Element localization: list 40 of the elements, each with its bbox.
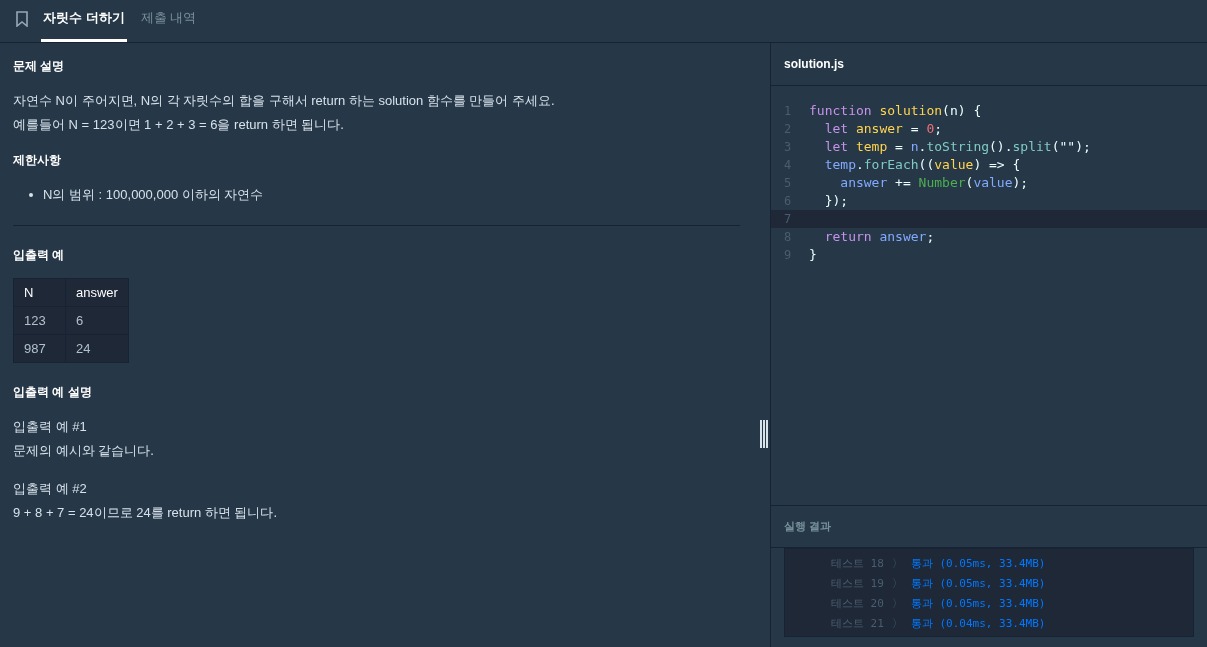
chevron-icon: 〉: [891, 555, 903, 573]
chevron-icon: 〉: [891, 575, 903, 593]
chevron-icon: 〉: [891, 595, 903, 613]
test-result: 통과 (0.05ms, 33.4MB): [910, 555, 1046, 572]
table-cell: 24: [65, 334, 129, 363]
table-cell: 987: [13, 334, 66, 363]
paragraph-line: 입출력 예 #1: [13, 418, 88, 436]
code-line: let temp = n.toString().split("");: [823, 138, 1091, 157]
table-cell: 6: [65, 306, 129, 335]
paragraph-line: 9 + 8 + 7 = 24이므로 24를 return 하면 됩니다.: [13, 504, 279, 522]
test-result: 통과 (0.04ms, 33.4MB): [910, 615, 1046, 632]
test-result: 통과 (0.05ms, 33.4MB): [910, 595, 1046, 612]
code-line: let answer = 0;: [823, 120, 943, 139]
table-header-cell: answer: [65, 278, 129, 307]
code-line: function solution(n) {: [809, 102, 982, 121]
paragraph-line: 자연수 N이 주어지면, N의 각 자릿수의 합을 구해서 return 하는 solution 함수를 만들어 주세요.: [13, 92, 556, 110]
code-line: });: [823, 192, 849, 211]
tab[interactable]: 자릿수 더하기: [41, 0, 127, 42]
chevron-icon: 〉: [891, 615, 903, 633]
code-line: temp.forEach((value) => {: [823, 156, 1021, 175]
code-line: return answer;: [823, 228, 935, 247]
section-title: 문제 설명: [13, 58, 66, 75]
code-line: answer += Number(value);: [839, 174, 1029, 193]
paragraph-line: 예를들어 N = 123이면 1 + 2 + 3 = 6을 return 하면 됩니다.: [13, 116, 345, 134]
table-cell: 123: [13, 306, 66, 335]
paragraph-line: 문제의 예시와 같습니다.: [13, 442, 155, 460]
list-item-text: N의 범위 : 100,000,000 이하의 자연수: [43, 186, 264, 204]
bookmark-icon: [15, 11, 29, 27]
resize-handle-icon[interactable]: [760, 420, 768, 448]
table-header-cell: N: [13, 278, 66, 307]
section-title: 제한사항: [13, 152, 62, 169]
section-title: 입출력 예 설명: [13, 384, 93, 401]
file-name: solution.js: [784, 55, 844, 73]
section-title: 입출력 예: [13, 247, 66, 264]
test-result: 통과 (0.05ms, 33.4MB): [910, 575, 1046, 592]
bullet-icon: [29, 193, 33, 197]
tab[interactable]: 제출 내역: [138, 0, 199, 42]
code-line: }: [809, 246, 817, 265]
results-title: 실행 결과: [784, 519, 832, 535]
paragraph-line: 입출력 예 #2: [13, 480, 88, 498]
